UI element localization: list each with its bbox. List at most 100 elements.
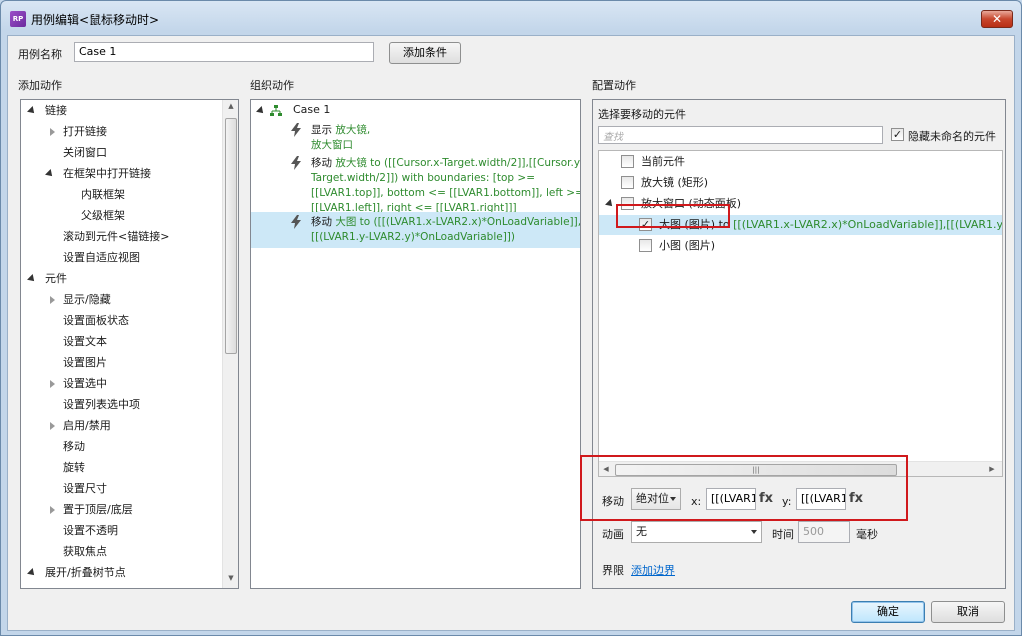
dialog-body: 用例名称 Case 1 添加条件 添加动作 组织动作 配置动作 链接 打开链接关闭… [7, 35, 1015, 631]
add-action-label: 设置选中 [63, 377, 107, 390]
scroll-up-icon[interactable]: ▲ [223, 102, 238, 110]
add-action-label: 旋转 [63, 461, 85, 474]
scroll-thumb[interactable] [225, 118, 237, 354]
add-action-label: 设置不透明 [63, 524, 118, 537]
window-title: 用例编辑<鼠标移动时> [31, 13, 160, 27]
widget-checkbox[interactable] [621, 155, 634, 168]
add-action-item[interactable]: 设置图片 [21, 353, 221, 373]
add-action-label: 关闭窗口 [63, 146, 107, 159]
bounds-label: 界限 [602, 564, 624, 577]
add-action-item[interactable]: 打开链接 [21, 122, 221, 142]
add-action-item[interactable]: 获取焦点 [21, 542, 221, 562]
add-action-item[interactable]: 设置面板状态 [21, 311, 221, 331]
add-action-label: 置于顶层/底层 [63, 503, 133, 516]
add-action-label: 显示/隐藏 [63, 293, 111, 306]
widget-checkbox[interactable] [621, 176, 634, 189]
add-action-item[interactable]: 父级框架 [21, 206, 221, 226]
case-tree-icon [270, 105, 282, 117]
expand-arrow-icon[interactable] [27, 274, 37, 284]
widget-search-input[interactable]: 查找 [598, 126, 883, 144]
add-bounds-link[interactable]: 添加边界 [631, 562, 675, 578]
animation-label: 动画 [602, 528, 624, 541]
action-item[interactable]: 移动 放大镜 to ([[Cursor.x-Target.width/2]],[… [251, 153, 580, 219]
configure-actions-heading: 配置动作 [592, 79, 636, 92]
add-action-label: 设置列表选中项 [63, 398, 140, 411]
add-actions-scrollbar[interactable]: ▲ ▼ [222, 100, 238, 588]
organize-actions-heading: 组织动作 [250, 79, 294, 92]
title-bar: RP 用例编辑<鼠标移动时> ✕ [1, 1, 1021, 35]
add-action-item[interactable]: 展开/折叠树节点 [21, 563, 221, 583]
action-text-line: 显示 放大镜, [311, 123, 370, 137]
add-action-item[interactable]: 置于顶层/底层 [21, 500, 221, 520]
action-verb-text: 移动 [311, 216, 336, 228]
lightning-icon [291, 215, 301, 229]
add-action-item[interactable]: 旋转 [21, 458, 221, 478]
add-action-label: 父级框架 [81, 209, 125, 222]
add-action-item[interactable]: 关闭窗口 [21, 143, 221, 163]
add-action-item[interactable]: 设置不透明 [21, 521, 221, 541]
expand-arrow-icon[interactable] [605, 199, 615, 209]
animation-value: 无 [636, 525, 647, 538]
collapse-arrow-icon[interactable] [50, 422, 55, 430]
case-name-input[interactable]: Case 1 [74, 42, 374, 62]
close-button[interactable]: ✕ [981, 10, 1013, 28]
widget-item[interactable]: 小图 (图片) [599, 236, 1002, 256]
scroll-right-icon[interactable]: ▶ [987, 465, 997, 473]
chevron-down-icon [751, 530, 757, 534]
collapse-arrow-icon[interactable] [50, 380, 55, 388]
add-action-label: 在框架中打开链接 [63, 167, 151, 180]
add-action-item[interactable]: 滚动到元件<锚链接> [21, 227, 221, 247]
add-action-item[interactable]: 内联框架 [21, 185, 221, 205]
hide-unnamed-checkbox[interactable]: ✓ [891, 128, 904, 141]
expand-arrow-icon[interactable] [27, 568, 37, 578]
collapse-arrow-icon[interactable] [50, 128, 55, 136]
widget-label: 当前元件 [641, 155, 685, 168]
expand-arrow-icon[interactable] [27, 106, 37, 116]
add-action-label: 移动 [63, 440, 85, 453]
action-text-line: 移动 大图 to ([[(LVAR1.x-LVAR2.x)*OnLoadVari… [311, 215, 580, 229]
add-action-item[interactable]: 设置选中 [21, 374, 221, 394]
add-action-item[interactable]: 在框架中打开链接 [21, 164, 221, 184]
action-target-text: 放大窗口 [311, 139, 353, 151]
highlight-move-settings [580, 455, 908, 521]
lightning-icon [291, 156, 301, 170]
add-action-item[interactable]: 设置自适应视图 [21, 248, 221, 268]
milliseconds-label: 毫秒 [856, 528, 878, 541]
time-input[interactable]: 500 [798, 521, 850, 543]
collapse-arrow-icon[interactable] [50, 296, 55, 304]
add-action-item[interactable]: 启用/禁用 [21, 416, 221, 436]
cancel-button[interactable]: 取消 [931, 601, 1005, 623]
add-action-item[interactable]: 显示/隐藏 [21, 290, 221, 310]
select-widget-label: 选择要移动的元件 [598, 108, 686, 121]
case-name-label: 用例名称 [18, 48, 62, 61]
add-action-label: 设置文本 [63, 335, 107, 348]
add-action-label: 滚动到元件<锚链接> [63, 230, 170, 243]
widget-checkbox[interactable] [639, 239, 652, 252]
expand-case-icon[interactable] [256, 106, 266, 116]
hide-unnamed-label: 隐藏未命名的元件 [908, 130, 996, 143]
collapse-arrow-icon[interactable] [50, 506, 55, 514]
scroll-down-icon[interactable]: ▼ [223, 574, 238, 582]
action-item[interactable]: 移动 大图 to ([[(LVAR1.x-LVAR2.x)*OnLoadVari… [251, 212, 580, 248]
animation-select[interactable]: 无 [631, 521, 762, 543]
widget-item[interactable]: 放大镜 (矩形) [599, 173, 1002, 193]
action-text-line: 放大窗口 [311, 138, 353, 152]
add-action-item[interactable]: 移动 [21, 437, 221, 457]
add-condition-button[interactable]: 添加条件 [389, 42, 461, 64]
add-action-item[interactable]: 设置尺寸 [21, 479, 221, 499]
action-text-line: [[LVAR1.top]], bottom <= [[LVAR1.bottom]… [311, 186, 580, 200]
organize-actions-tree: Case 1 显示 放大镜, 放大窗口移动 放大镜 to ([[Cursor.x-… [250, 99, 581, 589]
add-action-label: 展开/折叠树节点 [45, 566, 126, 579]
add-action-item[interactable]: 元件 [21, 269, 221, 289]
action-item[interactable]: 显示 放大镜, 放大窗口 [251, 120, 580, 156]
action-target-text: Target.width/2]]) with boundaries: [top … [311, 172, 535, 184]
add-action-item[interactable]: 链接 [21, 101, 221, 121]
add-action-label: 设置图片 [63, 356, 107, 369]
ok-button[interactable]: 确定 [851, 601, 925, 623]
widget-item[interactable]: 当前元件 [599, 152, 1002, 172]
case-item[interactable]: Case 1 [293, 100, 330, 120]
expand-arrow-icon[interactable] [45, 169, 55, 179]
add-actions-heading: 添加动作 [18, 79, 62, 92]
add-action-item[interactable]: 设置列表选中项 [21, 395, 221, 415]
add-action-item[interactable]: 设置文本 [21, 332, 221, 352]
